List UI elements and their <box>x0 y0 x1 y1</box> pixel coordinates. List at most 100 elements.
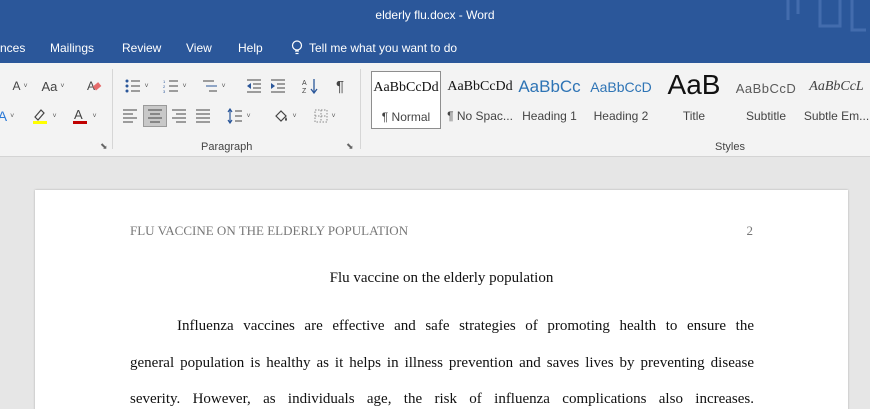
increase-indent-button[interactable] <box>266 75 290 97</box>
font-dialog-launcher[interactable]: ⬊ <box>100 141 110 151</box>
paragraph-group-label: Paragraph <box>201 141 253 153</box>
brand-pattern-icon <box>786 0 866 32</box>
chevron-down-icon: ˅ <box>92 112 97 120</box>
chevron-down-icon: ˅ <box>144 82 149 90</box>
chevron-down-icon: ˅ <box>23 82 28 90</box>
window-title: elderly flu.docx - Word <box>375 8 495 22</box>
align-center-button[interactable] <box>143 105 167 127</box>
document-page[interactable]: FLU VACCINE ON THE ELDERLY POPULATION 2 … <box>35 190 848 409</box>
highlighter-icon <box>33 109 48 124</box>
style-label: Heading 1 <box>522 109 577 123</box>
tab-review[interactable]: Review <box>122 41 161 55</box>
document-title: Flu vaccine on the elderly population <box>329 270 554 286</box>
change-case-button[interactable]: Aa ˅ <box>38 75 68 97</box>
style-subtitle[interactable]: AaBbCcD Subtitle <box>733 71 799 129</box>
sort-button[interactable]: A Z <box>298 75 322 97</box>
eraser-icon: A <box>87 79 102 93</box>
style-preview: AaBbCcDd <box>447 79 513 94</box>
tab-help[interactable]: Help <box>238 41 263 55</box>
style-heading-2[interactable]: AaBbCcD Heading 2 <box>587 71 655 129</box>
chevron-down-icon: ˅ <box>331 112 336 120</box>
style-label: ¶ No Spac... <box>447 109 513 123</box>
multilevel-list-icon <box>203 80 218 92</box>
justify-icon <box>196 109 210 123</box>
paragraph-dialog-launcher[interactable]: ⬊ <box>346 141 356 151</box>
tab-view[interactable]: View <box>186 41 212 55</box>
body-line: Influenza vaccines are effective and saf… <box>177 318 754 334</box>
decrease-indent-button[interactable] <box>242 75 266 97</box>
svg-text:Z: Z <box>302 88 307 94</box>
lightbulb-icon <box>291 40 303 55</box>
group-separator <box>360 69 361 149</box>
svg-text:A: A <box>302 80 307 87</box>
line-spacing-button[interactable]: ˅ <box>222 105 256 127</box>
style-preview: AaBbCcDd <box>373 80 439 95</box>
text-effects-icon: A <box>0 108 8 124</box>
chevron-down-icon: ˅ <box>10 112 15 120</box>
tell-me-box[interactable]: Tell me what you want to do <box>291 40 457 55</box>
style-title[interactable]: AaB Title <box>659 69 729 129</box>
style-normal[interactable]: AaBbCcDd ¶ Normal <box>371 71 441 129</box>
borders-button[interactable]: ˅ <box>308 105 342 127</box>
shading-button[interactable]: ˅ <box>268 105 302 127</box>
svg-text:3: 3 <box>163 89 166 93</box>
chevron-down-icon: ˅ <box>60 82 65 90</box>
shrink-font-icon: A <box>12 79 21 93</box>
tell-me-text: Tell me what you want to do <box>309 41 458 55</box>
chevron-down-icon: ˅ <box>221 82 226 90</box>
style-label: Title <box>682 109 706 123</box>
clear-formatting-button[interactable]: A <box>82 75 106 97</box>
style-no-spacing[interactable]: AaBbCcDd ¶ No Spac... <box>444 71 516 129</box>
align-left-button[interactable] <box>118 105 142 127</box>
running-head: FLU VACCINE ON THE ELDERLY POPULATION <box>130 223 409 238</box>
decrease-indent-icon <box>247 79 261 93</box>
shrink-font-button[interactable]: A ˅ <box>8 75 32 97</box>
change-case-icon: Aa <box>41 78 58 94</box>
page-number: 2 <box>746 223 754 238</box>
bullets-button[interactable]: ˅ <box>120 75 154 97</box>
style-label: Heading 2 <box>593 109 649 123</box>
styles-gallery: AaBbCcDd ¶ Normal AaBbCcDd ¶ No Spac... … <box>369 69 870 129</box>
style-label: ¶ Normal <box>381 110 431 124</box>
pilcrow-icon: ¶ <box>335 77 345 95</box>
align-right-button[interactable] <box>167 105 191 127</box>
align-left-icon <box>123 109 137 123</box>
chevron-down-icon: ˅ <box>52 112 57 120</box>
tab-mailings[interactable]: Mailings <box>50 41 94 55</box>
sort-icon: A Z <box>302 79 318 94</box>
svg-text:A: A <box>74 107 83 122</box>
align-right-icon <box>172 109 186 123</box>
justify-button[interactable] <box>191 105 215 127</box>
font-color-button[interactable]: A ˅ <box>66 105 102 127</box>
styles-group-label: Styles <box>715 141 745 153</box>
body-line: severity. However, as individuals age, t… <box>130 391 754 407</box>
style-preview: AaBbCcD <box>735 81 797 96</box>
font-color-icon: A <box>73 107 88 124</box>
paint-bucket-icon <box>275 110 288 122</box>
style-preview: AaBbCc <box>518 77 581 96</box>
highlight-button[interactable]: ˅ <box>26 105 62 127</box>
style-label: Subtle Em... <box>803 109 870 123</box>
chevron-down-icon: ˅ <box>246 112 251 120</box>
show-formatting-button[interactable]: ¶ <box>328 75 352 97</box>
line-spacing-icon <box>227 108 243 124</box>
group-separator <box>112 69 113 149</box>
text-effects-button[interactable]: A ˅ <box>0 105 18 127</box>
bullets-icon <box>125 79 141 93</box>
align-center-icon <box>148 109 162 123</box>
increase-indent-icon <box>271 79 285 93</box>
ribbon-tabs: nces Mailings Review View Help Tell me w… <box>0 33 870 63</box>
style-preview: AaB <box>667 69 721 100</box>
style-preview: AaBbCcD <box>590 79 652 95</box>
style-label: Subtitle <box>745 109 787 123</box>
multilevel-list-button[interactable]: ˅ <box>197 75 231 97</box>
borders-icon <box>314 109 328 123</box>
style-preview: AaBbCcL <box>809 79 864 94</box>
numbering-icon: 123 <box>163 79 179 93</box>
numbering-button[interactable]: 123 ˅ <box>158 75 192 97</box>
title-bar: elderly flu.docx - Word <box>0 0 870 33</box>
style-subtle-emphasis[interactable]: AaBbCcL Subtle Em... <box>803 71 870 129</box>
tab-references[interactable]: nces <box>0 41 25 55</box>
chevron-down-icon: ˅ <box>182 82 187 90</box>
style-heading-1[interactable]: AaBbCc Heading 1 <box>517 71 582 129</box>
